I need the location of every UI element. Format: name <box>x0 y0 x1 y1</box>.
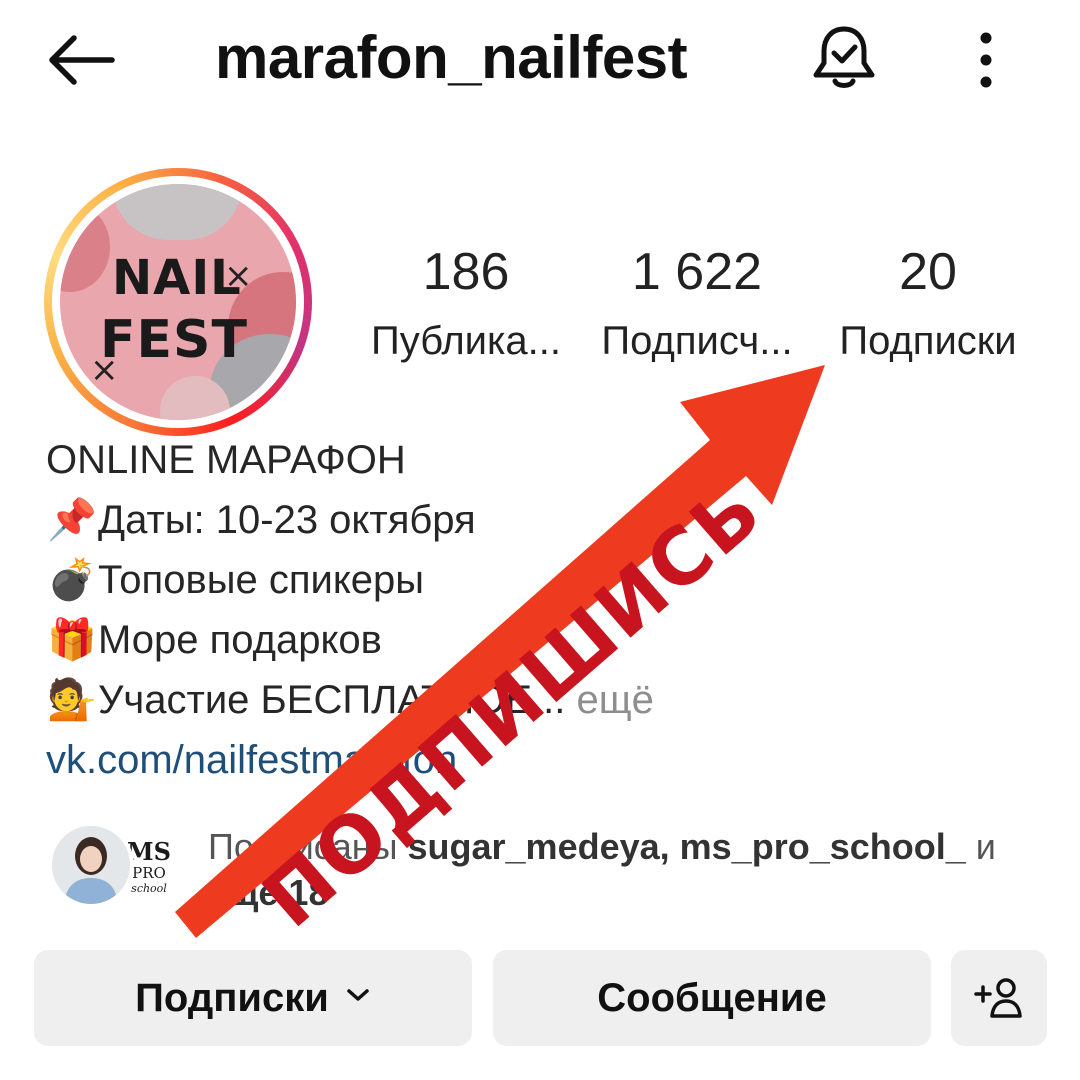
bomb-icon: 💣 <box>47 558 97 602</box>
follower-avatar <box>48 822 134 908</box>
add-user-icon <box>974 978 1022 1018</box>
stat-posts-label: Публика... <box>371 319 561 363</box>
bio-title: ONLINE МАРАФОН <box>46 438 406 482</box>
stat-following[interactable]: 20 Подписки <box>826 240 1030 366</box>
bio-line: 🎁Море подарков <box>46 610 746 670</box>
stat-followers-label: Подписч... <box>601 319 793 363</box>
message-button-label: Сообщение <box>597 975 827 1020</box>
more-options-button[interactable] <box>960 22 1012 98</box>
avatar-ring-gap: NAIL FEST × × <box>52 176 304 428</box>
bio-line-text: Топовые спикеры <box>98 558 425 602</box>
bio-line-text: Участие БЕСПЛАТНОЕ... <box>98 678 566 722</box>
followed-by-prefix: Подписаны <box>208 826 408 867</box>
following-button-label: Подписки <box>135 975 329 1020</box>
logo-text-line1: NAIL <box>112 250 242 306</box>
arrow-left-icon <box>49 35 115 85</box>
svg-text:school: school <box>131 882 167 895</box>
logo-text-line2: FEST <box>100 310 248 370</box>
bio-line: 💣Топовые спикеры <box>46 550 746 610</box>
bio-line-text: Даты: 10-23 октября <box>98 498 476 542</box>
logo-cross-mark: × <box>90 350 119 390</box>
notifications-button[interactable] <box>808 20 880 96</box>
followed-by-conjunction: и <box>965 826 996 867</box>
avatar-decor-blob <box>60 202 110 292</box>
logo-cross-mark: × <box>224 256 253 296</box>
top-bar: marafon_nailfest <box>0 0 1080 120</box>
stat-posts[interactable]: 186 Публика... <box>366 240 566 366</box>
svg-text:PRO: PRO <box>132 864 166 882</box>
bio-line: 📌Даты: 10-23 октября <box>46 490 746 550</box>
stat-following-label: Подписки <box>839 319 1017 363</box>
profile-bio: ONLINE МАРАФОН 📌Даты: 10-23 октября 💣Топ… <box>46 430 746 790</box>
suggested-users-button[interactable] <box>951 950 1047 1046</box>
stat-following-value: 20 <box>899 243 957 301</box>
bio-line-text: Море подарков <box>98 618 382 662</box>
gift-icon: 🎁 <box>47 618 97 662</box>
followed-by-names: sugar_medeya, ms_pro_school_ <box>407 826 966 867</box>
chevron-down-icon <box>347 989 369 1001</box>
bio-more-link[interactable]: ещё <box>565 678 653 722</box>
followed-by-text: Подписаны sugar_medeya, ms_pro_school_ и… <box>208 824 1028 916</box>
stat-followers-value: 1 622 <box>631 243 763 301</box>
pushpin-icon: 📌 <box>47 498 97 542</box>
following-button[interactable]: Подписки <box>34 950 472 1046</box>
person-photo-icon <box>52 826 130 904</box>
message-button[interactable]: Сообщение <box>493 950 931 1046</box>
profile-avatar-story-ring[interactable]: NAIL FEST × × <box>44 168 312 436</box>
bio-external-link[interactable]: vk.com/nailfestmarafon <box>46 730 746 790</box>
bio-line: 💁Участие БЕСПЛАТНОЕ... ещё <box>46 670 746 730</box>
stat-followers[interactable]: 1 622 Подписч... <box>592 240 802 366</box>
profile-avatar: NAIL FEST × × <box>60 184 296 420</box>
person-tipping-hand-icon: 💁 <box>47 678 97 722</box>
profile-username: marafon_nailfest <box>215 24 688 91</box>
more-vertical-icon <box>980 32 992 88</box>
avatar-decor-blob <box>112 184 242 240</box>
followed-by-row[interactable]: MS PRO school Подписаны sugar_medeya, ms… <box>48 822 1048 913</box>
bell-check-icon <box>813 26 875 88</box>
stat-posts-value: 186 <box>422 243 510 301</box>
back-button[interactable] <box>40 28 120 92</box>
followed-by-more: ещё 18 <box>208 872 329 913</box>
